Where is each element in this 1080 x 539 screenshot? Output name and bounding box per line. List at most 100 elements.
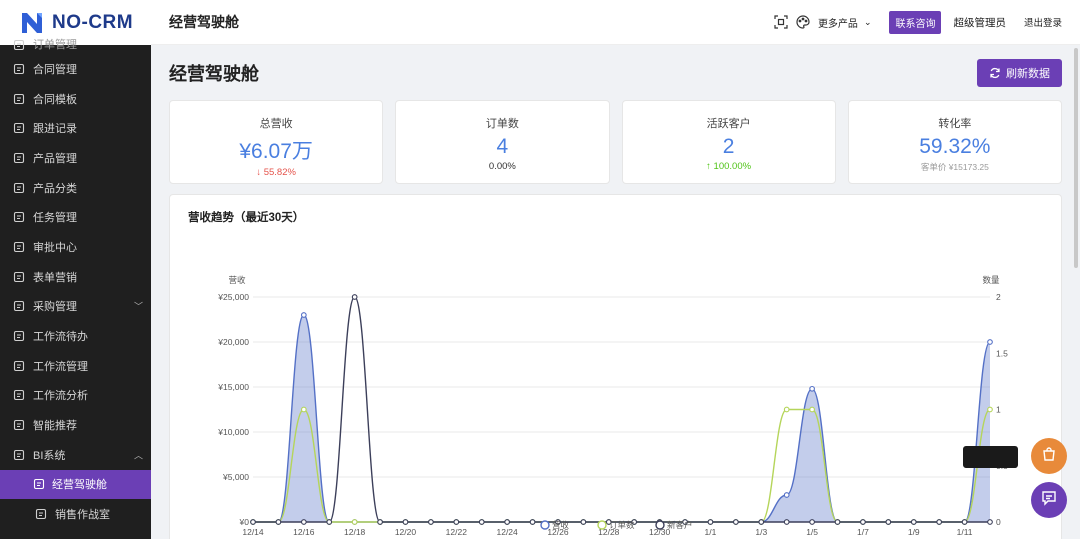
sidebar-item[interactable]: 订单管理 (0, 34, 151, 54)
more-products-dropdown[interactable]: 更多产品 ⌄ (818, 15, 872, 30)
workflow-icon (12, 359, 26, 373)
data-point (961, 519, 968, 525)
y-axis-label: 营收 (228, 275, 246, 285)
order-icon (12, 38, 26, 52)
logo-icon (18, 10, 46, 36)
stat-label: 活跃客户 (706, 118, 751, 130)
data-point (885, 519, 892, 525)
data-point (987, 406, 993, 413)
data-point (783, 519, 790, 525)
chevron-down-icon: ﹀ (133, 301, 143, 312)
header-actions: 更多产品 ⌄ 联系咨询 超级管理员 退出登录 (774, 10, 1062, 34)
sidebar-item[interactable]: 智能推荐 (0, 410, 151, 440)
stat-avg-order: 客单价 ¥15173.25 (920, 162, 989, 172)
history-icon (12, 121, 26, 135)
data-point (377, 519, 383, 525)
user-name[interactable]: 超级管理员 (953, 15, 1006, 30)
sidebar-item[interactable]: 合同模板 (0, 84, 151, 114)
flag-icon (34, 507, 48, 521)
stat-label: 订单数 (485, 118, 519, 130)
data-point (478, 519, 485, 525)
data-point (987, 519, 993, 525)
sidebar-item[interactable]: 表单营销 (0, 262, 151, 292)
stat-change: 0.00% (488, 161, 516, 172)
sidebar-item[interactable]: 合同管理 (0, 54, 151, 84)
x-tick-label: 1/1 (705, 527, 717, 537)
legend-label: 订单数 (609, 520, 635, 530)
sidebar-item[interactable]: 工作流待办 (0, 321, 151, 351)
sidebar-item[interactable]: 工作流管理 (0, 351, 151, 381)
contract-icon (12, 62, 26, 76)
palette-icon[interactable] (796, 15, 810, 29)
data-point (809, 519, 815, 525)
data-point (402, 519, 409, 525)
redacted-tooltip (963, 446, 1018, 468)
data-point (783, 492, 790, 498)
data-point (428, 519, 434, 525)
data-point (504, 519, 510, 525)
sidebar-item-label: 订单管理 (33, 39, 77, 51)
more-products-label: 更多产品 (817, 18, 858, 30)
sidebar-item[interactable]: 审批中心 (0, 232, 151, 262)
workflow-todo-icon (12, 329, 26, 343)
y-tick-label: ¥0 (239, 517, 250, 527)
page-scrollbar[interactable] (1074, 48, 1078, 268)
sidebar-item-label: 工作流待办 (33, 331, 88, 344)
legend-marker (540, 520, 550, 530)
sidebar-item[interactable]: BI系统 ︿ (0, 440, 151, 470)
x-tick-label: 1/7 (857, 527, 869, 537)
header-title: 经营驾驶舱 (169, 14, 239, 30)
stat-value: 2 (722, 135, 735, 158)
stat-card-revenue: 总营收 ¥6.07万 ↓ 55.82% (169, 100, 384, 184)
refresh-icon (989, 67, 1001, 79)
product-icon (12, 151, 26, 165)
sidebar-item-label: 审批中心 (33, 241, 77, 254)
shop-float-button[interactable] (1031, 438, 1067, 474)
y-tick-label: ¥20,000 (217, 337, 249, 347)
approve-icon (12, 240, 26, 254)
scan-icon[interactable] (774, 15, 788, 29)
folder-icon (12, 181, 26, 195)
stat-card-orders: 订单数 4 0.00% (395, 100, 610, 184)
x-tick-label: 12/14 (242, 527, 264, 537)
sidebar-item[interactable]: 销售作战室 (0, 499, 151, 529)
sidebar-item-label: 工作流管理 (33, 360, 88, 373)
sidebar-item[interactable]: 产品管理 (0, 143, 151, 173)
sidebar-item-label: 经营驾驶舱 (52, 479, 107, 492)
sidebar-item[interactable]: 产品分类 (0, 173, 151, 203)
sidebar-item[interactable]: 经营驾驶舱 (0, 469, 151, 500)
y2-axis-label: 数量 (982, 275, 1000, 285)
stat-card-active-customers: 活跃客户 2 ↑ 100.00% (621, 100, 836, 184)
sidebar-item[interactable]: 工作流分析 (0, 381, 151, 411)
stat-value: 4 (496, 135, 509, 158)
x-tick-label: 1/3 (755, 527, 767, 537)
sidebar-item[interactable]: 采购管理 ﹀ (0, 292, 151, 322)
revenue-trend-chart[interactable]: ¥0¥5,000¥10,000¥15,000¥20,000¥25,00000.5… (170, 195, 1062, 539)
data-point (300, 406, 307, 413)
bi-icon (12, 448, 26, 462)
recommend-icon (12, 418, 26, 432)
data-point (860, 519, 866, 525)
series-line (253, 408, 991, 523)
y-tick-label: ¥10,000 (217, 427, 249, 437)
chat-float-button[interactable] (1031, 482, 1067, 518)
sidebar-item-label: 合同模板 (33, 93, 77, 106)
logout-link[interactable]: 退出登录 (1024, 15, 1062, 29)
data-point (783, 406, 790, 413)
sidebar-item[interactable]: 跟进记录 (0, 113, 151, 143)
data-point (936, 519, 943, 525)
refresh-button[interactable]: 刷新数据 (977, 58, 1062, 87)
x-tick-label: 1/11 (957, 527, 973, 537)
page-title: 经营驾驶舱 (169, 63, 259, 84)
sidebar-item-label: 合同管理 (33, 63, 77, 76)
task-icon (12, 210, 26, 224)
stat-label: 总营收 (259, 118, 293, 130)
stat-value: ¥6.07万 (239, 140, 313, 163)
data-point (351, 519, 358, 525)
sidebar-item[interactable]: 任务管理 (0, 202, 151, 232)
contact-button[interactable]: 联系咨询 (889, 10, 942, 34)
sidebar-item-label: 产品管理 (33, 152, 77, 165)
y-tick-label: ¥15,000 (217, 382, 249, 392)
form-icon (12, 270, 26, 284)
sidebar-item-label: 销售作战室 (55, 509, 110, 522)
